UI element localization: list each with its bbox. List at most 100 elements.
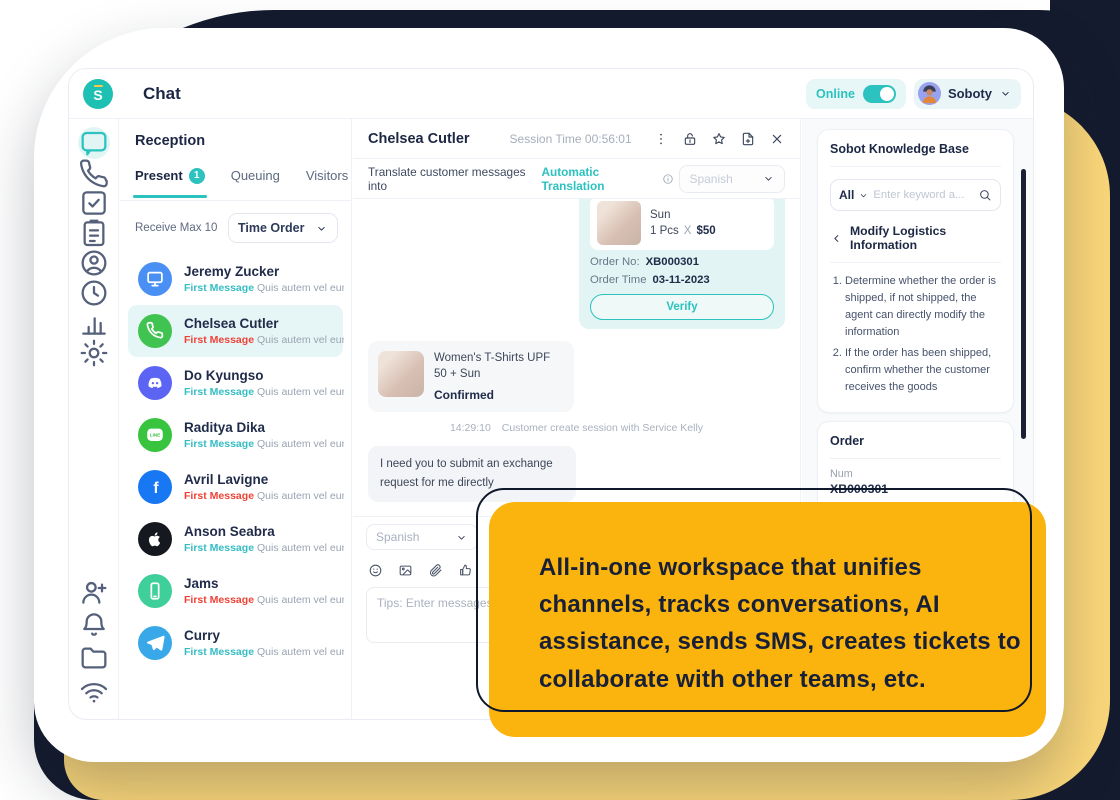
knowledge-article-header[interactable]: Modify Logistics Information	[830, 224, 1001, 263]
list-item[interactable]: Chelsea CutlerFirst Message Quis autem v…	[128, 305, 343, 357]
phone-icon[interactable]	[78, 157, 110, 189]
tab-present[interactable]: Present1	[135, 168, 205, 198]
like-icon[interactable]	[458, 563, 473, 578]
toggle-knob	[880, 87, 894, 101]
product-name: Women's T-Shirts UPF 50 + Sun	[434, 351, 564, 382]
svg-text:f: f	[153, 480, 159, 497]
message-preview: Quis autem vel eum iu...	[257, 594, 344, 606]
first-message-tag: First Message	[184, 490, 254, 502]
contact-name: Avril Lavigne	[184, 472, 344, 489]
product-name: Sun	[650, 209, 716, 221]
webchat-channel-icon	[138, 262, 172, 296]
first-message-tag: First Message	[184, 282, 254, 294]
product-price: $50	[696, 225, 715, 237]
summary-icon[interactable]	[740, 131, 756, 147]
system-event-time: 14:29:10	[450, 422, 491, 434]
chevron-down-icon[interactable]	[858, 190, 869, 201]
close-icon[interactable]	[769, 131, 785, 147]
more-menu-icon[interactable]	[653, 131, 669, 147]
tasks-icon[interactable]	[78, 187, 110, 219]
emoji-icon[interactable]	[368, 563, 383, 578]
translate-language-select[interactable]: Spanish	[679, 165, 785, 193]
chevron-down-icon	[762, 172, 775, 185]
list-item[interactable]: LINERaditya DikaFirst Message Quis autem…	[128, 409, 343, 461]
user-menu[interactable]: Soboty	[914, 79, 1021, 109]
article-step: If the order has been shipped, confirm w…	[845, 345, 1001, 396]
list-item[interactable]: Do KyungsoFirst Message Quis autem vel e…	[128, 357, 343, 409]
message-preview: Quis autem vel eum iu...	[257, 334, 344, 346]
online-toggle[interactable]	[863, 85, 896, 103]
analytics-icon[interactable]	[78, 307, 110, 339]
system-event-text: Customer create session with Service Kel…	[502, 422, 703, 434]
first-message-tag: First Message	[184, 594, 254, 606]
order-no-label: Order No:	[590, 256, 640, 268]
apple-channel-icon	[138, 522, 172, 556]
list-item[interactable]: fAvril LavigneFirst Message Quis autem v…	[128, 461, 343, 513]
telegram-channel-icon	[138, 626, 172, 660]
chevron-down-icon	[455, 531, 468, 544]
search-input[interactable]	[873, 189, 974, 201]
page-title: Chat	[143, 84, 181, 104]
whatsapp-channel-icon	[138, 314, 172, 348]
info-icon	[662, 173, 674, 185]
reception-panel: Reception Present1 Queuing Visitors Receiv…	[120, 119, 352, 719]
notifications-icon[interactable]	[78, 608, 110, 641]
first-message-tag: First Message	[184, 334, 254, 346]
order-field-label: Num	[830, 468, 1001, 480]
star-icon[interactable]	[711, 131, 727, 147]
article-steps: Determine whether the order is shipped, …	[830, 273, 1001, 396]
order-field-value: XB000301	[830, 482, 1001, 496]
customer-message-bubble: I need you to submit an exchange request…	[368, 446, 576, 502]
composer-language-select[interactable]: Spanish	[366, 524, 478, 550]
agent-icon[interactable]	[78, 247, 110, 279]
translate-bar: Translate customer messages into Automat…	[353, 159, 800, 199]
message-preview: Quis autem vel eum iu...	[257, 386, 344, 398]
user-name: Soboty	[948, 86, 992, 101]
tab-queuing[interactable]: Queuing	[231, 168, 280, 197]
sidebar	[69, 119, 119, 719]
list-item[interactable]: Jeremy ZuckerFirst Message Quis autem ve…	[128, 253, 343, 305]
line-channel-icon: LINE	[138, 418, 172, 452]
settings-icon[interactable]	[78, 337, 110, 369]
sort-order-select[interactable]: Time Order	[228, 213, 338, 243]
verify-button[interactable]: Verify	[590, 294, 774, 320]
list-item[interactable]: JamsFirst Message Quis autem vel eum iu.…	[128, 565, 343, 617]
order-time-label: Order Time	[590, 274, 647, 286]
svg-text:LINE: LINE	[150, 433, 160, 438]
callout: All-in-one workspace that unifies channe…	[489, 502, 1046, 737]
image-icon[interactable]	[398, 563, 413, 578]
search-icon[interactable]	[978, 188, 992, 202]
receive-max-label: Receive Max 10	[135, 222, 217, 234]
network-icon[interactable]	[78, 674, 110, 707]
contact-name: Raditya Dika	[184, 420, 344, 437]
list-item[interactable]: Anson SeabraFirst Message Quis autem vel…	[128, 513, 343, 565]
composer-language-value: Spanish	[376, 530, 419, 544]
contact-name: Do Kyungso	[184, 368, 344, 385]
list-item[interactable]: CurryFirst Message Quis autem vel eum iu…	[128, 617, 343, 669]
system-event: 14:29:10 Customer create session with Se…	[368, 422, 785, 434]
history-icon[interactable]	[78, 277, 110, 309]
avatar	[918, 82, 941, 105]
product-qty: 1 Pcs	[650, 225, 679, 237]
reception-title: Reception	[120, 119, 351, 149]
panel-scrollbar[interactable]	[1021, 169, 1026, 439]
order-message-card: Sun 1 PcsX$50 Order No:XB000301 Order Ti…	[579, 199, 785, 329]
ticket-icon[interactable]	[78, 217, 110, 249]
app-header: S Chat Online Soboty	[69, 69, 1033, 119]
search-filter-value[interactable]: All	[839, 188, 854, 202]
online-status-pill: Online	[806, 79, 906, 109]
files-icon[interactable]	[78, 641, 110, 674]
lock-icon[interactable]	[682, 131, 698, 147]
contact-name: Curry	[184, 628, 344, 645]
message-preview: Quis autem vel eum iu...	[257, 282, 344, 294]
mobile-channel-icon	[138, 574, 172, 608]
translate-mode[interactable]: Automatic Translation	[541, 165, 655, 193]
discord-channel-icon	[138, 366, 172, 400]
tab-visitors[interactable]: Visitors	[306, 168, 348, 197]
callout-text: All-in-one workspace that unifies channe…	[539, 549, 1024, 698]
product-status: Confirmed	[434, 388, 564, 402]
invite-icon[interactable]	[78, 575, 110, 608]
knowledge-search: All	[830, 179, 1001, 211]
attachment-icon[interactable]	[428, 563, 443, 578]
chat-icon[interactable]	[78, 127, 110, 159]
